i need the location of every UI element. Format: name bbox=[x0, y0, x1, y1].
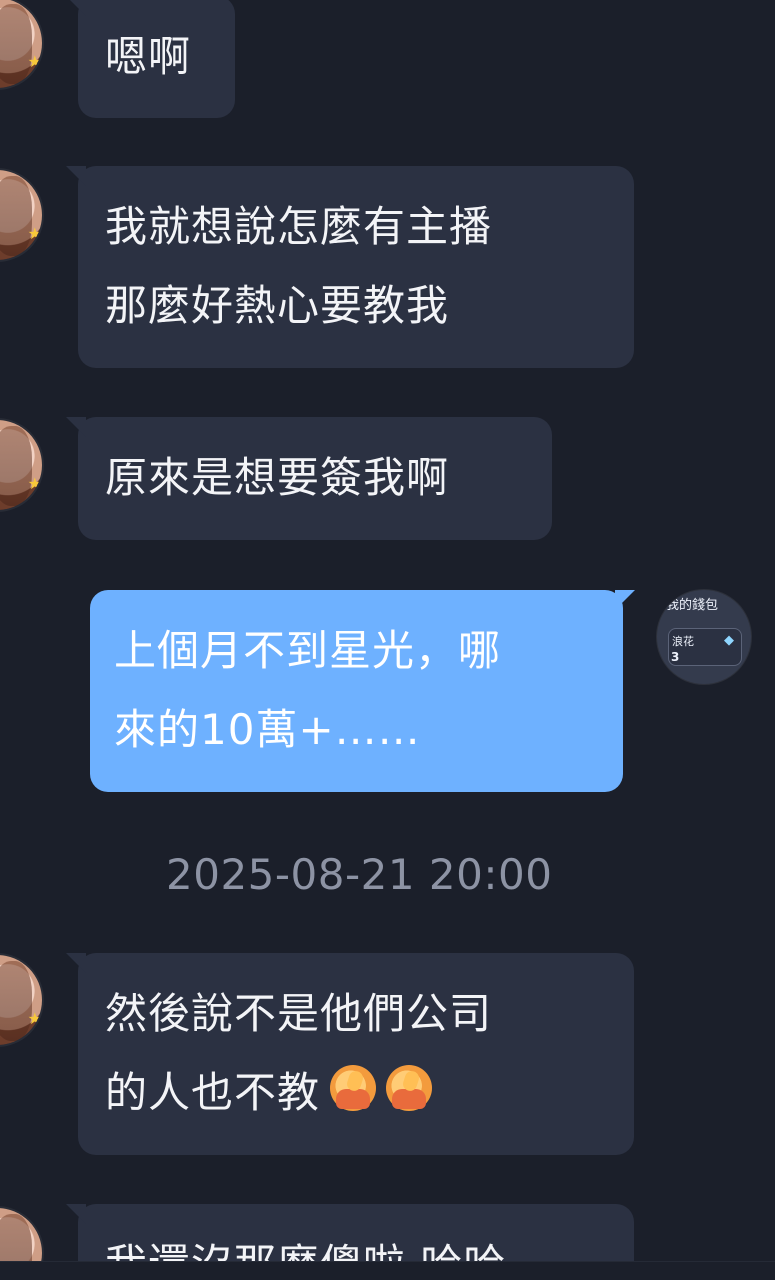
diamond-icon: ◆ bbox=[724, 633, 734, 648]
avatar[interactable]: ★ bbox=[0, 420, 42, 510]
avatar[interactable]: ★ bbox=[0, 0, 42, 88]
message-text-line: 我就想說怎麼有主播 bbox=[105, 202, 493, 251]
message-text-line: 嗯啊 bbox=[105, 32, 192, 81]
message-text-line: 那麼好熱心要教我 bbox=[105, 281, 450, 330]
incoming-message-bubble[interactable]: 嗯啊 bbox=[78, 0, 235, 118]
incoming-message-bubble[interactable]: 然後說不是他們公司 的人也不教 bbox=[78, 953, 634, 1155]
wallet-title: 我的錢包 bbox=[666, 598, 719, 613]
avatar-photo bbox=[0, 961, 32, 1041]
wallet-card[interactable]: 浪花 3 ◆ bbox=[668, 628, 742, 666]
star-badge-icon: ★ bbox=[27, 1009, 42, 1028]
message-text-line: 原來是想要簽我啊 bbox=[105, 453, 450, 502]
message-text-line: 來的10萬+…… bbox=[114, 705, 421, 754]
message-text-line: 的人也不教 bbox=[105, 1053, 607, 1132]
avatar[interactable]: ★ bbox=[0, 955, 42, 1045]
wallet-item-label: 浪花 bbox=[672, 635, 694, 648]
message-text-line: 然後說不是他們公司 bbox=[105, 989, 493, 1038]
face-palm-emoji-icon bbox=[330, 1065, 377, 1111]
chat-screen: ★ 嗯啊 ★ 我就想說怎麼有主播 那麼好熱心要教我 ★ 原來是想要簽我啊 上個月… bbox=[0, 0, 775, 1280]
message-text-line: 上個月不到星光，哪 bbox=[114, 626, 502, 675]
date-separator-timestamp: 2025-08-21 20:00 bbox=[166, 850, 553, 899]
incoming-message-bubble[interactable]: 原來是想要簽我啊 bbox=[78, 417, 552, 540]
face-palm-emoji-icon bbox=[386, 1065, 433, 1111]
bottom-edge bbox=[0, 1261, 775, 1280]
incoming-message-bubble[interactable]: 我就想說怎麼有主播 那麼好熱心要教我 bbox=[78, 166, 634, 368]
outgoing-message-bubble[interactable]: 上個月不到星光，哪 來的10萬+…… bbox=[90, 590, 623, 792]
avatar-photo bbox=[0, 176, 32, 256]
star-badge-icon: ★ bbox=[27, 224, 42, 243]
wallet-widget[interactable]: 我的錢包 浪花 3 ◆ bbox=[657, 590, 751, 684]
star-badge-icon: ★ bbox=[27, 52, 42, 71]
avatar-photo bbox=[0, 4, 32, 84]
avatar[interactable]: ★ bbox=[0, 170, 42, 260]
message-text-segment: 的人也不教 bbox=[105, 1068, 321, 1117]
avatar-photo bbox=[0, 426, 32, 506]
wallet-item-count: 3 bbox=[671, 650, 680, 664]
star-badge-icon: ★ bbox=[27, 474, 42, 493]
